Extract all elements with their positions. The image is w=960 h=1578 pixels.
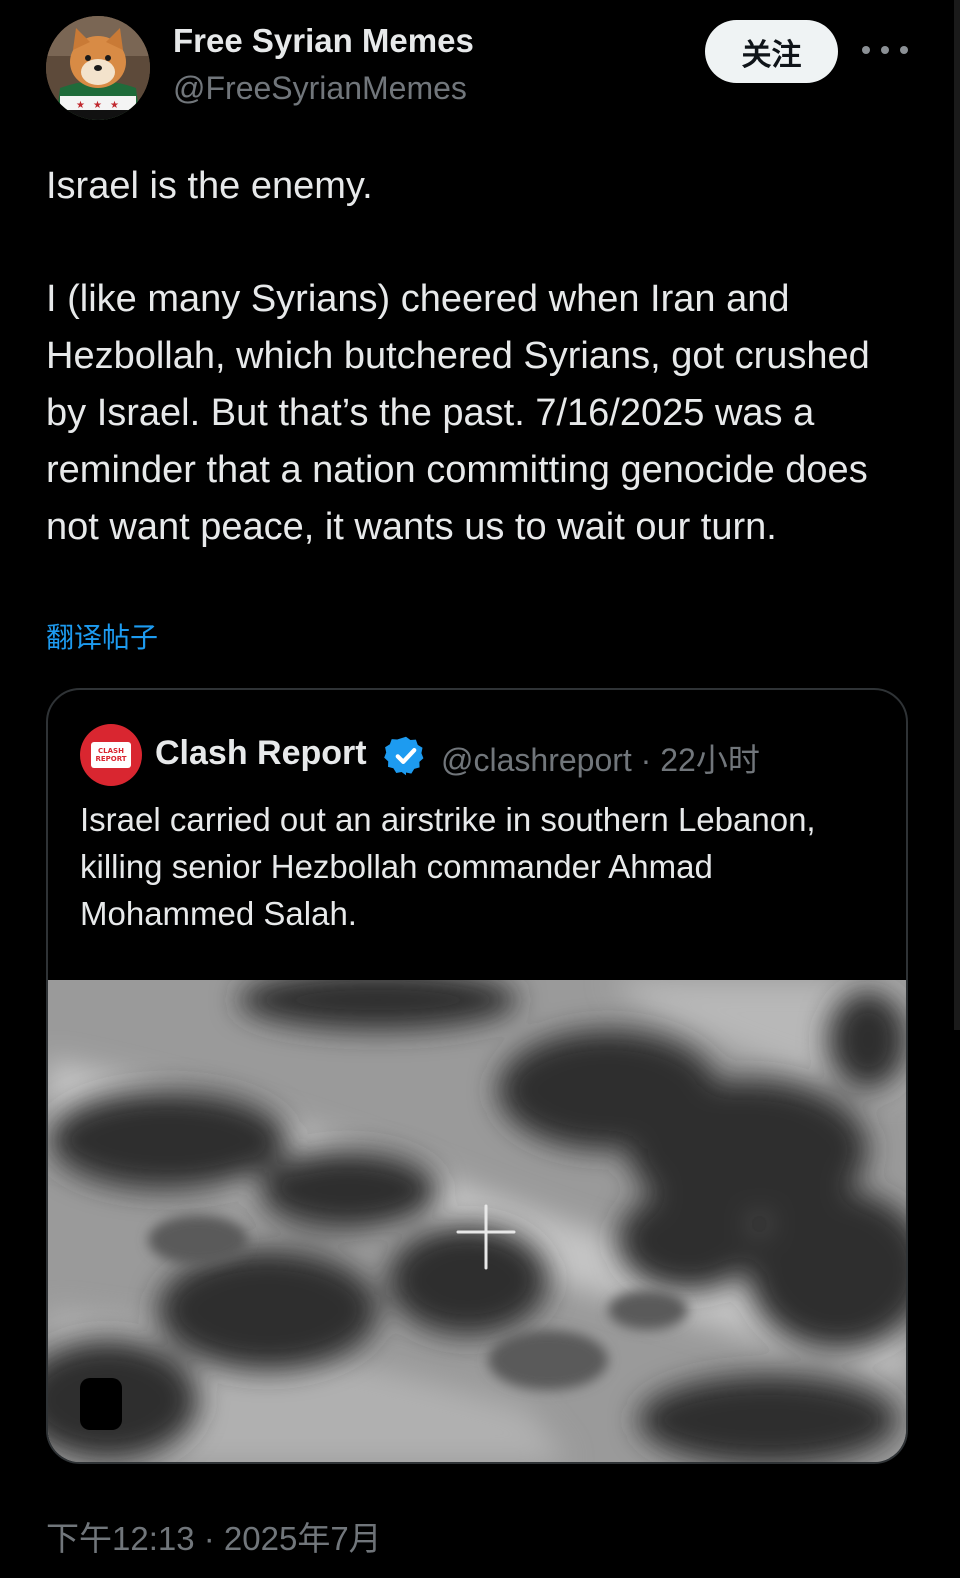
author-handle[interactable]: @FreeSyrianMemes	[173, 70, 467, 107]
svg-text:★: ★	[93, 100, 102, 111]
svg-text:★: ★	[76, 100, 85, 111]
clash-report-logo: CLASH REPORT	[91, 742, 131, 768]
logo-text-line: REPORT	[95, 755, 127, 763]
more-dot	[881, 46, 889, 54]
tweet-text: Israel is the enemy. I (like many Syrian…	[46, 158, 916, 556]
quoted-author-avatar[interactable]: CLASH REPORT	[80, 724, 142, 786]
verified-badge-icon	[384, 736, 424, 776]
svg-text:★: ★	[110, 100, 119, 111]
follow-button[interactable]: 关注	[705, 20, 838, 83]
post-timestamp[interactable]: 下午12:13 · 2025年7月	[46, 1512, 382, 1560]
translate-post-link[interactable]: 翻译帖子	[46, 616, 158, 656]
quoted-handle-and-time: @clashreport · 22小时	[441, 742, 760, 778]
more-horizontal-icon[interactable]	[862, 30, 908, 70]
video-play-control[interactable]	[80, 1378, 122, 1430]
more-dot	[862, 46, 870, 54]
author-avatar[interactable]: ★ ★ ★	[46, 16, 150, 120]
scrollbar-track	[954, 0, 960, 1030]
quoted-tweet-text: Israel carried out an airstrike in south…	[80, 801, 816, 932]
author-display-name[interactable]: Free Syrian Memes	[173, 22, 474, 60]
quoted-video-thumbnail[interactable]	[48, 980, 906, 1462]
quoted-author-name[interactable]: Clash Report	[155, 734, 367, 773]
tweet-paragraph: I (like many Syrians) cheered when Iran …	[46, 278, 870, 548]
redaction-overlay	[380, 1520, 680, 1578]
more-dot	[900, 46, 908, 54]
logo-text-line: CLASH	[98, 747, 124, 755]
tweet-paragraph: Israel is the enemy.	[46, 165, 373, 207]
aerial-footage-image	[48, 980, 906, 1462]
shiba-dog-avatar-icon: ★ ★ ★	[46, 16, 150, 120]
quoted-tweet-card[interactable]: CLASH REPORT Clash Report @clashreport ·…	[46, 688, 908, 1464]
